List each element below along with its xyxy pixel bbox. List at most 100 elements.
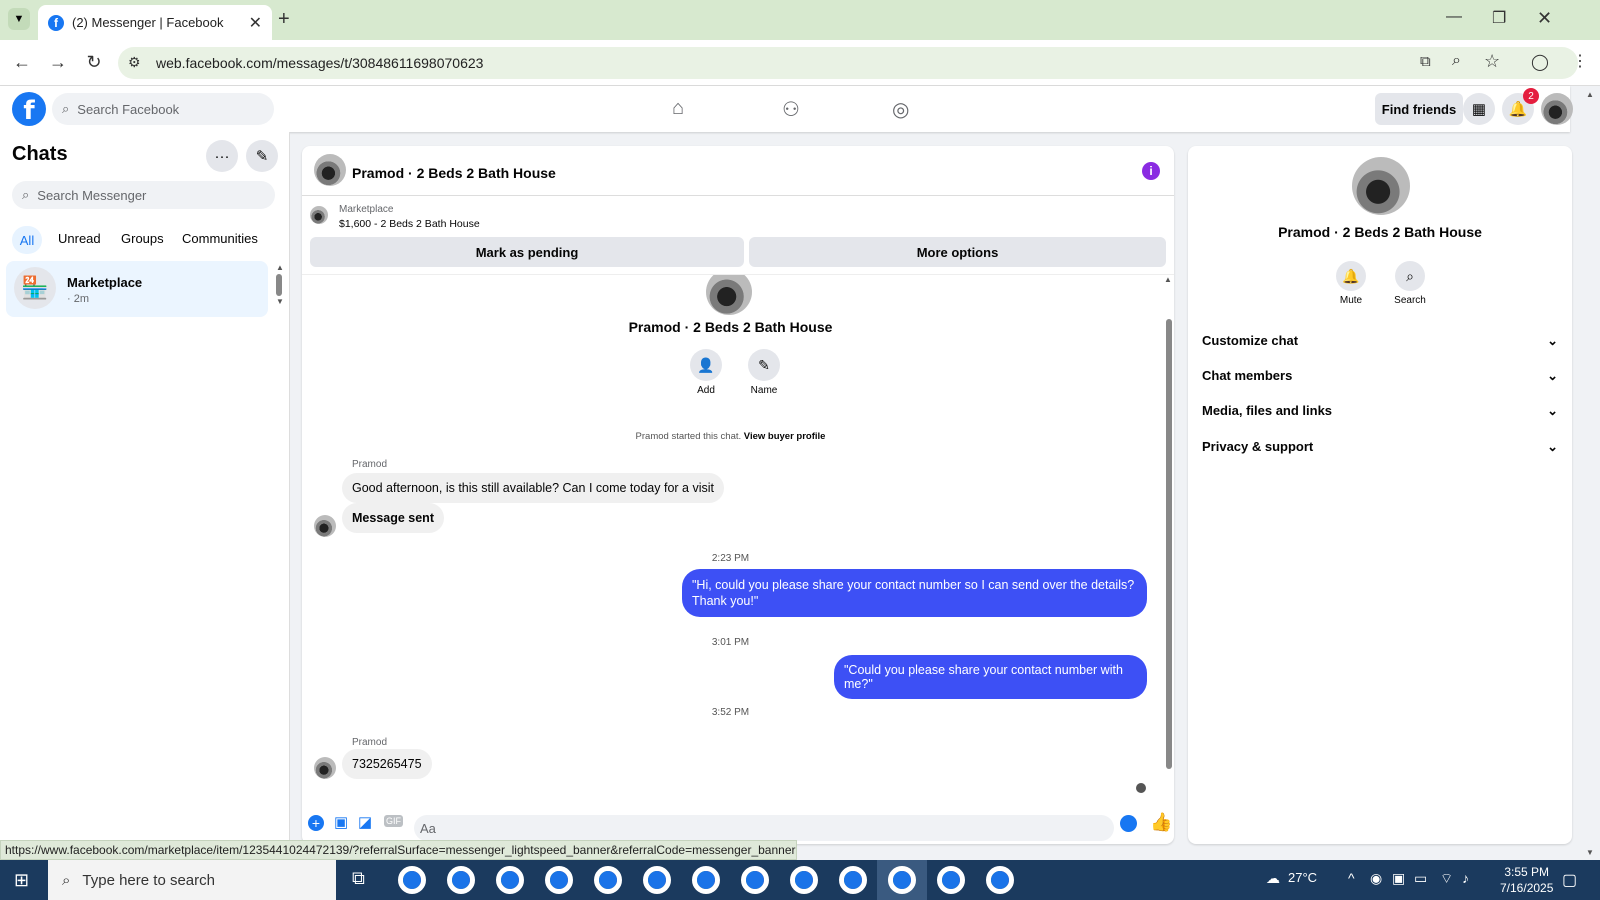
meet-now-icon[interactable]: ◉ — [1370, 870, 1382, 887]
find-friends-button[interactable]: Find friends — [1375, 93, 1463, 125]
filter-unread[interactable]: Unread — [58, 231, 101, 246]
browser-tab-active[interactable]: f (2) Messenger | Facebook ✕ — [38, 5, 272, 40]
details-avatar[interactable] — [1352, 157, 1410, 215]
close-window-icon[interactable]: ✕ — [1537, 8, 1552, 29]
chrome-app-icon-active[interactable] — [888, 866, 916, 894]
view-buyer-profile-link[interactable]: View buyer profile — [744, 431, 826, 442]
chrome-app-icon[interactable] — [790, 866, 818, 894]
sender-avatar — [314, 515, 336, 537]
section-chat-members[interactable]: Chat members ⌄ — [1202, 368, 1558, 384]
restore-icon[interactable]: ❐ — [1492, 8, 1506, 28]
page-scroll-down-icon[interactable]: ▼ — [1586, 848, 1594, 857]
marketplace-label: Marketplace — [339, 204, 394, 215]
chevron-down-icon: ⌄ — [1547, 439, 1558, 454]
message-input[interactable]: Aa — [414, 815, 1114, 841]
message-list[interactable]: Pramod · 2 Beds 2 Bath House 👤 Add ✎ Nam… — [302, 274, 1174, 804]
incoming-message[interactable]: Message sent — [342, 503, 444, 533]
sender-avatar — [314, 757, 336, 779]
listing-thumbnail — [310, 206, 328, 224]
section-privacy-support[interactable]: Privacy & support ⌄ — [1202, 439, 1558, 455]
conversation-title[interactable]: Pramod · 2 Beds 2 Bath House — [352, 165, 556, 181]
thumbs-up-icon[interactable]: 👍 — [1150, 812, 1172, 833]
emoji-icon[interactable] — [1120, 815, 1137, 832]
facebook-logo[interactable]: f — [12, 92, 46, 126]
wifi-icon[interactable]: ⌔ — [1440, 870, 1453, 888]
mute-action[interactable]: 🔔 Mute — [1334, 261, 1368, 306]
message-scrollbar[interactable]: ▲ — [1164, 275, 1174, 804]
incoming-message[interactable]: Good afternoon, is this still available?… — [342, 473, 724, 503]
forward-icon[interactable]: → — [46, 52, 70, 73]
facebook-search-input[interactable]: ⌕ Search Facebook — [52, 93, 274, 125]
conversation-avatar[interactable] — [314, 154, 346, 186]
incoming-message[interactable]: 7325265475 — [342, 749, 432, 779]
zoom-icon[interactable]: ⌕ — [1452, 52, 1461, 70]
listing-link[interactable]: $1,600 - 2 Beds 2 Bath House — [339, 218, 480, 230]
new-tab-button[interactable]: + — [278, 8, 290, 31]
install-app-icon[interactable]: ⧉ — [1420, 53, 1431, 70]
chrome-app-icon[interactable] — [986, 866, 1014, 894]
search-action[interactable]: ⌕ Search — [1390, 261, 1430, 306]
chrome-app-icon[interactable] — [545, 866, 573, 894]
back-icon[interactable]: ← — [10, 52, 34, 73]
chrome-app-icon[interactable] — [741, 866, 769, 894]
more-options-button[interactable]: More options — [749, 237, 1166, 267]
plus-icon[interactable]: + — [308, 815, 324, 831]
outgoing-message[interactable]: "Hi, could you please share your contact… — [682, 569, 1147, 617]
filter-groups[interactable]: Groups — [121, 231, 164, 246]
volume-icon[interactable]: ♪ — [1462, 870, 1469, 886]
browser-menu-icon[interactable]: ⋮ — [1572, 51, 1588, 71]
friends-icon[interactable]: ⚇ — [782, 97, 800, 122]
minimize-icon[interactable]: — — [1446, 8, 1462, 26]
messenger-search-input[interactable]: ⌕ Search Messenger — [12, 181, 275, 209]
battery-icon[interactable]: ▭ — [1414, 870, 1427, 887]
name-label: Name — [750, 385, 778, 396]
chrome-app-icon[interactable] — [839, 866, 867, 894]
photo-icon[interactable]: ▣ — [334, 813, 348, 831]
taskbar-clock[interactable]: 3:55 PM 7/16/2025 — [1500, 864, 1553, 896]
mark-as-pending-button[interactable]: Mark as pending — [310, 237, 744, 267]
more-options-icon[interactable]: ··· — [206, 140, 238, 172]
task-view-icon[interactable]: ⧉ — [352, 868, 365, 889]
new-message-icon[interactable]: ✎ — [246, 140, 278, 172]
sender-name: Pramod — [352, 737, 388, 748]
address-bar[interactable]: web.facebook.com/messages/t/308486116980… — [118, 47, 1578, 79]
notification-center-icon[interactable]: ▢ — [1562, 870, 1577, 890]
section-customize-chat[interactable]: Customize chat ⌄ — [1202, 333, 1558, 349]
filter-all[interactable]: All — [12, 226, 42, 254]
add-action[interactable]: 👤 Add — [688, 349, 724, 396]
section-media-files-links[interactable]: Media, files and links ⌄ — [1202, 403, 1558, 419]
taskbar-app-icon[interactable]: ▣ — [1392, 870, 1405, 887]
account-avatar[interactable] — [1541, 93, 1573, 125]
bookmark-star-icon[interactable]: ☆ — [1484, 51, 1500, 72]
chrome-app-icon[interactable] — [447, 866, 475, 894]
filter-communities[interactable]: Communities — [182, 231, 258, 246]
home-icon[interactable]: ⌂ — [672, 97, 684, 120]
chrome-app-icon[interactable] — [496, 866, 524, 894]
sticker-icon[interactable]: ◪ — [358, 813, 372, 831]
show-hidden-icons-icon[interactable]: ^ — [1348, 870, 1355, 886]
weather-icon[interactable]: ☁ — [1266, 870, 1280, 887]
reload-icon[interactable]: ↻ — [82, 52, 106, 73]
gif-icon[interactable]: GIF — [384, 815, 403, 827]
add-person-icon: 👤 — [690, 349, 722, 381]
sidebar-scrollbar[interactable]: ▲ ▼ — [276, 264, 284, 312]
chats-title: Chats — [12, 143, 68, 165]
chrome-app-icon[interactable] — [937, 866, 965, 894]
profile-icon[interactable]: ◯ — [1531, 52, 1549, 72]
temperature[interactable]: 27°C — [1288, 870, 1317, 885]
site-info-icon[interactable]: ⚙ — [128, 54, 141, 71]
menu-grid-icon[interactable]: ▦ — [1463, 93, 1495, 125]
page-scroll-up-icon[interactable]: ▲ — [1586, 90, 1594, 99]
close-tab-icon[interactable]: ✕ — [249, 13, 262, 33]
tab-search-button[interactable]: ▼ — [8, 8, 30, 30]
name-action[interactable]: ✎ Name — [744, 349, 784, 396]
info-icon[interactable]: i — [1142, 162, 1160, 180]
chrome-app-icon[interactable] — [594, 866, 622, 894]
chrome-app-icon[interactable] — [398, 866, 426, 894]
outgoing-message[interactable]: "Could you please share your contact num… — [834, 655, 1147, 699]
windows-start-icon[interactable]: ⊞ — [14, 870, 29, 891]
taskbar-search[interactable]: ⌕ Type here to search — [48, 860, 336, 900]
groups-icon[interactable]: ◎ — [892, 97, 909, 122]
chrome-app-icon[interactable] — [692, 866, 720, 894]
chrome-app-icon[interactable] — [643, 866, 671, 894]
